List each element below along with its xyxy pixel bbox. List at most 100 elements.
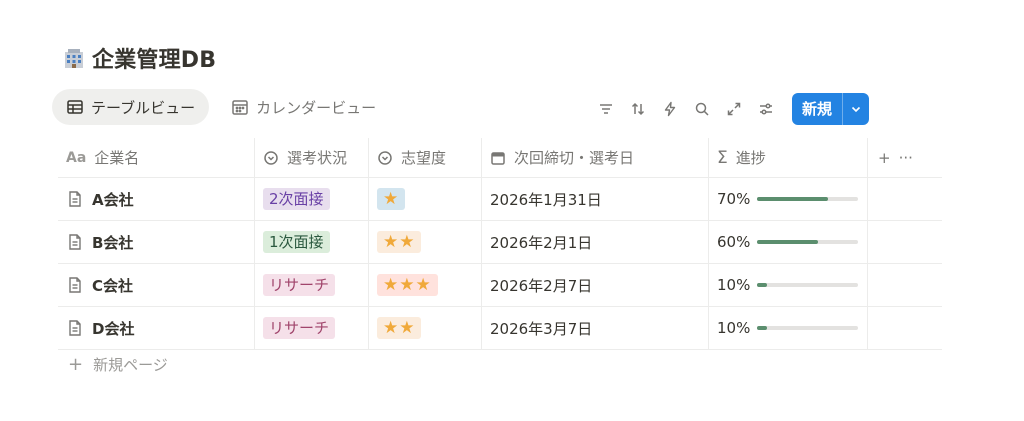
company-name-cell[interactable]: C会社 <box>58 264 255 306</box>
progress-value: 70% <box>717 190 751 208</box>
company-name: D会社 <box>92 319 135 338</box>
search-icon[interactable] <box>686 93 718 125</box>
tab-calendar-view[interactable]: カレンダービュー <box>217 89 390 125</box>
status-cell[interactable]: リサーチ <box>255 307 369 349</box>
preference-stars: ★★★ <box>377 274 438 296</box>
progress-bar <box>757 326 858 330</box>
progress-cell[interactable]: 10% <box>709 264 868 306</box>
empty-cell[interactable] <box>868 264 942 306</box>
calendar-icon <box>232 100 248 115</box>
preference-cell[interactable]: ★★★ <box>369 264 482 306</box>
document-icon <box>69 234 81 250</box>
table-header-row: Aa 企業名 選考状況 志望度 次回締切・選考日 Σ 進捗 + ··· <box>58 138 942 178</box>
table-icon <box>67 100 83 114</box>
deadline-cell[interactable]: 2026年2月1日 <box>482 221 709 263</box>
preference-stars: ★★ <box>377 317 422 339</box>
new-dropdown-button[interactable] <box>842 93 869 125</box>
company-name: B会社 <box>92 233 134 252</box>
document-icon <box>69 191 81 207</box>
progress-value: 60% <box>717 233 751 251</box>
deadline-cell[interactable]: 2026年3月7日 <box>482 307 709 349</box>
column-header-preference[interactable]: 志望度 <box>369 138 482 177</box>
deadline-cell[interactable]: 2026年2月7日 <box>482 264 709 306</box>
empty-cell[interactable] <box>868 307 942 349</box>
progress-cell[interactable]: 60% <box>709 221 868 263</box>
view-toolbar: 新規 <box>590 93 870 125</box>
column-label: 進捗 <box>735 149 766 167</box>
settings-sliders-icon[interactable] <box>750 93 782 125</box>
column-label: 次回締切・選考日 <box>514 149 635 167</box>
new-button-group: 新規 <box>792 93 870 125</box>
status-cell[interactable]: 2次面接 <box>255 178 369 220</box>
page-title: 企業管理DB <box>92 48 217 73</box>
progress-cell[interactable]: 70% <box>709 178 868 220</box>
chevron-down-icon <box>851 106 861 113</box>
status-badge: 1次面接 <box>263 231 330 253</box>
table-row[interactable]: C会社 リサーチ ★★★ 2026年2月7日 10% <box>58 264 942 307</box>
progress-cell[interactable]: 10% <box>709 307 868 349</box>
status-badge: 2次面接 <box>263 188 330 210</box>
column-label: 企業名 <box>94 149 140 167</box>
more-options-button[interactable]: ··· <box>899 149 913 167</box>
calendar-icon <box>491 151 505 165</box>
add-page-label: 新規ページ <box>93 356 168 374</box>
column-header-deadline[interactable]: 次回締切・選考日 <box>482 138 709 177</box>
status-badge: リサーチ <box>263 274 336 296</box>
preference-cell[interactable]: ★★ <box>369 307 482 349</box>
company-name: A会社 <box>92 190 134 209</box>
column-header-progress[interactable]: Σ 進捗 <box>709 138 868 177</box>
company-name-cell[interactable]: D会社 <box>58 307 255 349</box>
preference-cell[interactable]: ★ <box>369 178 482 220</box>
filter-icon[interactable] <box>590 93 622 125</box>
column-label: 選考状況 <box>287 149 348 167</box>
company-name-cell[interactable]: A会社 <box>58 178 255 220</box>
progress-bar-fill <box>757 283 768 287</box>
progress-bar <box>757 283 858 287</box>
progress-bar <box>757 240 858 244</box>
page-header: 企業管理DB <box>62 42 216 74</box>
table-row[interactable]: A会社 2次面接 ★ 2026年1月31日 70% <box>58 178 942 221</box>
expand-icon[interactable] <box>718 93 750 125</box>
progress-bar-fill <box>757 326 768 330</box>
column-label: 志望度 <box>401 149 447 167</box>
office-building-icon <box>65 49 83 68</box>
tab-label: カレンダービュー <box>256 98 377 117</box>
table-row[interactable]: B会社 1次面接 ★★ 2026年2月1日 60% <box>58 221 942 264</box>
progress-bar-fill <box>757 197 828 201</box>
deadline-date: 2026年3月7日 <box>490 319 593 338</box>
progress-bar <box>757 197 858 201</box>
lightning-icon[interactable] <box>654 93 686 125</box>
add-column-button[interactable]: + <box>878 149 891 167</box>
status-icon <box>264 150 278 165</box>
deadline-cell[interactable]: 2026年1月31日 <box>482 178 709 220</box>
add-new-page-button[interactable]: + 新規ページ <box>68 354 168 375</box>
column-header-company[interactable]: Aa 企業名 <box>58 138 255 177</box>
deadline-date: 2026年1月31日 <box>490 190 602 209</box>
preference-stars: ★ <box>377 188 406 210</box>
tab-table-view[interactable]: テーブルビュー <box>52 89 210 125</box>
database-table: Aa 企業名 選考状況 志望度 次回締切・選考日 Σ 進捗 + ··· A会社 2… <box>58 138 942 350</box>
document-icon <box>69 320 81 336</box>
status-cell[interactable]: 1次面接 <box>255 221 369 263</box>
sigma-icon: Σ <box>717 147 728 168</box>
deadline-date: 2026年2月1日 <box>490 233 593 252</box>
progress-value: 10% <box>717 319 751 337</box>
progress-bar-fill <box>757 240 818 244</box>
column-header-status[interactable]: 選考状況 <box>255 138 369 177</box>
text-aa-icon: Aa <box>66 149 87 166</box>
empty-cell[interactable] <box>868 178 942 220</box>
header-actions: + ··· <box>868 138 942 177</box>
preference-cell[interactable]: ★★ <box>369 221 482 263</box>
status-cell[interactable]: リサーチ <box>255 264 369 306</box>
company-name: C会社 <box>92 276 134 295</box>
status-icon <box>378 150 392 165</box>
view-tabs: テーブルビュー カレンダービュー <box>52 89 390 125</box>
empty-cell[interactable] <box>868 221 942 263</box>
status-badge: リサーチ <box>263 317 336 339</box>
table-row[interactable]: D会社 リサーチ ★★ 2026年3月7日 10% <box>58 307 942 350</box>
new-button[interactable]: 新規 <box>792 93 842 125</box>
progress-value: 10% <box>717 276 751 294</box>
company-name-cell[interactable]: B会社 <box>58 221 255 263</box>
tab-label: テーブルビュー <box>91 98 196 117</box>
sort-icon[interactable] <box>622 93 654 125</box>
